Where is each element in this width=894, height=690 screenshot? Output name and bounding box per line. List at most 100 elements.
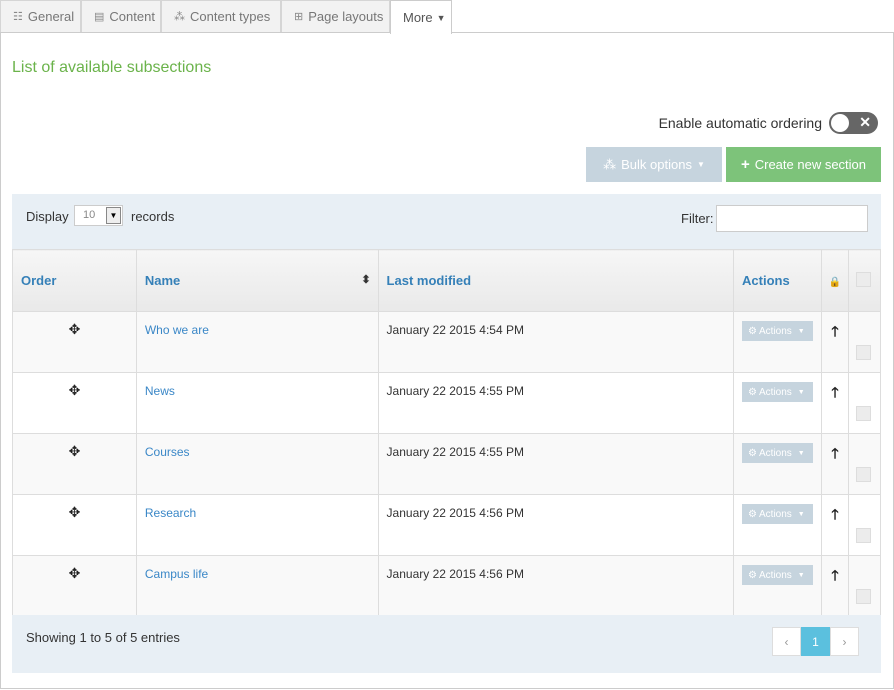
sitemap-icon: ⊞ <box>294 11 304 23</box>
table-row: ✥ News January 22 2015 4:55 PM ⚙ Actions ▼… <box>12 372 882 434</box>
actions-label: Actions <box>759 508 792 520</box>
sort-icon: ⬍ <box>361 274 371 286</box>
tab-label: Content types <box>190 9 271 24</box>
actions-cell: ⚙ Actions ▼ <box>733 311 823 373</box>
arrow-up-icon[interactable]: 🡑 <box>831 567 838 583</box>
move-up-cell: 🡑 <box>821 555 849 617</box>
last-modified-cell: January 22 2015 4:54 PM <box>377 311 735 373</box>
arrow-up-icon[interactable]: 🡑 <box>831 506 838 522</box>
row-checkbox[interactable] <box>855 345 871 360</box>
actions-button[interactable]: ⚙ Actions ▼ <box>742 504 814 524</box>
move-up-cell: 🡑 <box>821 311 849 373</box>
cubes-icon: ⁂ <box>603 156 617 172</box>
actions-label: Actions <box>759 447 792 459</box>
row-checkbox[interactable] <box>855 406 871 421</box>
tab-more[interactable]: More ▼ <box>390 0 452 34</box>
select-value: 10 <box>83 209 96 221</box>
row-checkbox[interactable] <box>855 589 871 604</box>
table-row: ✥ Campus life January 22 2015 4:56 PM ⚙ A… <box>12 555 882 617</box>
drag-handle[interactable]: ✥ <box>12 311 137 373</box>
pagination-next[interactable]: › <box>830 627 859 656</box>
last-modified-cell: January 22 2015 4:55 PM <box>377 433 735 495</box>
arrow-up-icon[interactable]: 🡑 <box>831 445 838 461</box>
tab-page-layouts[interactable]: ⊞ Page layouts <box>281 0 390 32</box>
gear-icon: ⚙ <box>748 508 757 520</box>
pagination-prev[interactable]: ‹ <box>772 627 801 656</box>
column-header-name[interactable]: Name ⬍ <box>135 249 379 312</box>
filter-input[interactable] <box>716 205 868 232</box>
actions-label: Actions <box>759 325 792 337</box>
move-icon: ✥ <box>68 565 81 581</box>
table-row: ✥ Research January 22 2015 4:56 PM ⚙ Acti… <box>12 494 882 556</box>
section-name-link[interactable]: Campus life <box>135 555 379 617</box>
arrow-up-icon[interactable]: 🡑 <box>831 384 838 400</box>
select-cell <box>847 311 882 373</box>
actions-cell: ⚙ Actions ▼ <box>733 494 823 556</box>
actions-button[interactable]: ⚙ Actions ▼ <box>742 382 814 402</box>
pagination: ‹ 1 › <box>772 627 859 656</box>
move-icon: ✥ <box>68 504 81 520</box>
actions-label: Actions <box>759 569 792 581</box>
gear-icon: ⚙ <box>748 386 757 398</box>
column-header-order[interactable]: Order <box>12 249 137 312</box>
move-up-cell: 🡑 <box>821 433 849 495</box>
row-checkbox[interactable] <box>855 528 871 543</box>
section-name-link[interactable]: Courses <box>135 433 379 495</box>
drag-handle[interactable]: ✥ <box>12 555 137 617</box>
actions-button[interactable]: ⚙ Actions ▼ <box>742 321 814 341</box>
caret-down-icon: ▼ <box>436 12 446 23</box>
column-label: Name <box>144 273 181 288</box>
subsections-table: Order Name ⬍ Last modified Actions 🔒 ✥ W… <box>12 249 882 617</box>
drag-handle[interactable]: ✥ <box>12 433 137 495</box>
section-name-link[interactable]: Who we are <box>135 311 379 373</box>
sliders-icon: ☷ <box>13 11 23 23</box>
last-modified-cell: January 22 2015 4:55 PM <box>377 372 735 434</box>
column-header-select[interactable] <box>847 249 882 312</box>
tab-label: Page layouts <box>308 9 384 24</box>
table-header-row: Order Name ⬍ Last modified Actions 🔒 <box>12 249 882 312</box>
filter-label: Filter: <box>681 211 714 226</box>
page-title: List of available subsections <box>12 59 212 76</box>
tab-label: General <box>27 9 75 24</box>
row-checkbox[interactable] <box>855 467 871 482</box>
chevron-down-icon: ▼ <box>106 207 121 224</box>
tab-label: Content <box>109 9 155 24</box>
caret-down-icon: ▼ <box>797 449 805 457</box>
tab-bar: ☷ General ▤ Content ⁂ Content types ⊞ Page l… <box>0 0 894 34</box>
entries-info: Showing 1 to 5 of 5 entries <box>26 630 180 645</box>
records-per-page-select[interactable]: 10 ▼ <box>74 205 123 226</box>
bulk-options-button[interactable]: ⁂ Bulk options ▼ <box>586 147 722 182</box>
select-cell <box>847 494 882 556</box>
column-header-last-modified[interactable]: Last modified <box>377 249 735 312</box>
select-all-checkbox[interactable] <box>855 271 871 287</box>
create-label: Create new section <box>754 157 867 172</box>
gear-icon: ⚙ <box>748 325 757 337</box>
table-toolbar: Display 10 ▼ records Filter: <box>12 194 881 250</box>
tab-content-types[interactable]: ⁂ Content types <box>161 0 281 32</box>
drag-handle[interactable]: ✥ <box>12 494 137 556</box>
select-cell <box>847 555 882 617</box>
move-icon: ✥ <box>68 321 81 337</box>
drag-handle[interactable]: ✥ <box>12 372 137 434</box>
cubes-icon: ⁂ <box>174 11 185 23</box>
table-row: ✥ Courses January 22 2015 4:55 PM ⚙ Actio… <box>12 433 882 495</box>
table-footer: Showing 1 to 5 of 5 entries ‹ 1 › <box>12 615 881 673</box>
auto-ordering-toggle[interactable]: ✕ <box>829 112 878 134</box>
tab-general[interactable]: ☷ General <box>0 0 81 32</box>
close-icon: ✕ <box>859 114 871 130</box>
section-name-link[interactable]: Research <box>135 494 379 556</box>
caret-down-icon: ▼ <box>797 510 805 518</box>
caret-down-icon: ▼ <box>797 388 805 396</box>
section-name-link[interactable]: News <box>135 372 379 434</box>
actions-button[interactable]: ⚙ Actions ▼ <box>742 565 814 585</box>
bulk-options-label: Bulk options <box>621 157 692 172</box>
pagination-page-1[interactable]: 1 <box>801 627 830 656</box>
lock-icon: 🔒 <box>828 277 842 288</box>
toggle-knob <box>831 114 849 132</box>
tab-content[interactable]: ▤ Content <box>81 0 161 32</box>
arrow-up-icon[interactable]: 🡑 <box>831 323 838 339</box>
create-new-section-button[interactable]: + Create new section <box>726 147 881 182</box>
file-icon: ▤ <box>94 11 105 23</box>
table-row: ✥ Who we are January 22 2015 4:54 PM ⚙ Ac… <box>12 311 882 373</box>
actions-button[interactable]: ⚙ Actions ▼ <box>742 443 814 463</box>
